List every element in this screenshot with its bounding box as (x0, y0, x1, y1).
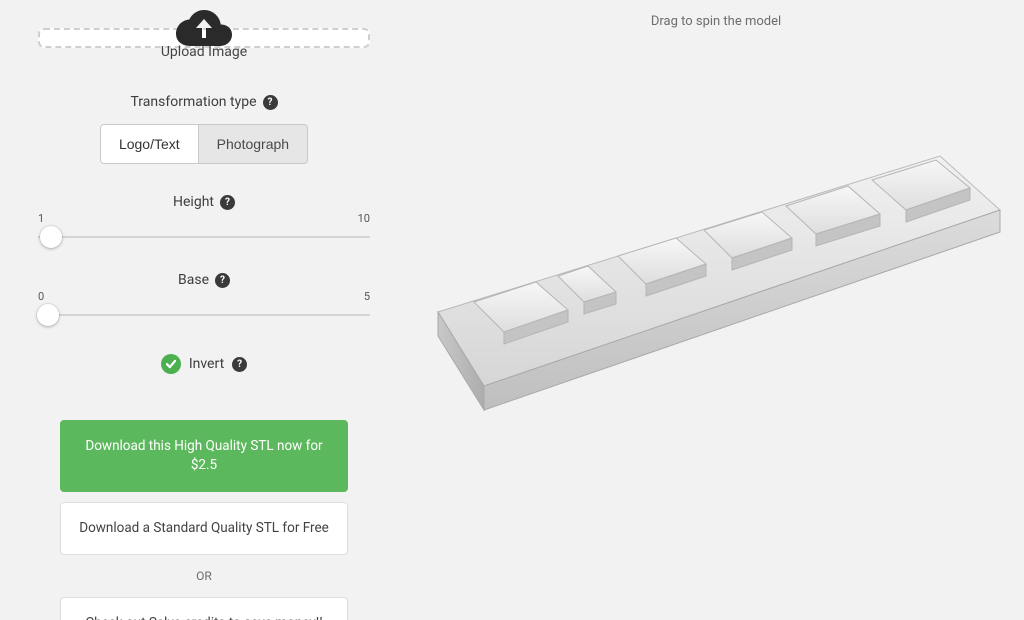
base-label: Base ? (178, 272, 230, 288)
height-label-text: Height (173, 194, 214, 210)
upload-label: Upload Image (161, 44, 247, 60)
height-slider[interactable]: 1 10 (38, 224, 370, 250)
controls-column: Upload Image Transformation type ? Logo/… (0, 0, 408, 620)
transformation-option-logo-text[interactable]: Logo/Text (101, 125, 198, 163)
invert-row: Invert ? (161, 354, 247, 374)
height-min: 1 (38, 212, 44, 225)
base-min: 0 (38, 290, 44, 303)
transformation-label-text: Transformation type (130, 94, 256, 110)
help-icon[interactable]: ? (215, 273, 230, 288)
height-max: 10 (358, 212, 370, 225)
base-label-text: Base (178, 272, 209, 288)
help-icon[interactable]: ? (220, 195, 235, 210)
base-slider[interactable]: 0 5 (38, 302, 370, 328)
transformation-toggle: Logo/Text Photograph (100, 124, 308, 164)
cta-column: Download this High Quality STL now for $… (60, 420, 348, 620)
model-render (420, 124, 1020, 434)
or-separator: OR (60, 565, 348, 587)
download-free-button[interactable]: Download a Standard Quality STL for Free (60, 502, 348, 555)
app-root: Upload Image Transformation type ? Logo/… (0, 0, 1024, 620)
invert-label: Invert (189, 356, 224, 372)
controls-group: Transformation type ? Logo/Text Photogra… (38, 94, 370, 374)
height-label: Height ? (173, 194, 235, 210)
help-icon[interactable]: ? (263, 95, 278, 110)
credits-button[interactable]: Check out Selva credits to save money!! (60, 597, 348, 620)
slider-thumb[interactable] (40, 226, 62, 248)
download-hq-button[interactable]: Download this High Quality STL now for $… (60, 420, 348, 492)
slider-track (38, 314, 370, 316)
transformation-label: Transformation type ? (130, 94, 277, 110)
slider-thumb[interactable] (37, 304, 59, 326)
invert-checkbox[interactable] (161, 354, 181, 374)
model-canvas[interactable] (408, 0, 1024, 620)
check-icon (165, 358, 177, 370)
height-block: Height ? 1 10 (38, 194, 370, 250)
slider-track (38, 236, 370, 238)
preview-column: Drag to spin the model (408, 0, 1024, 620)
transformation-option-photograph[interactable]: Photograph (198, 125, 307, 163)
upload-dropzone[interactable]: Upload Image (38, 28, 370, 48)
help-icon[interactable]: ? (232, 357, 247, 372)
base-block: Base ? 0 5 (38, 272, 370, 328)
base-max: 5 (364, 290, 370, 303)
